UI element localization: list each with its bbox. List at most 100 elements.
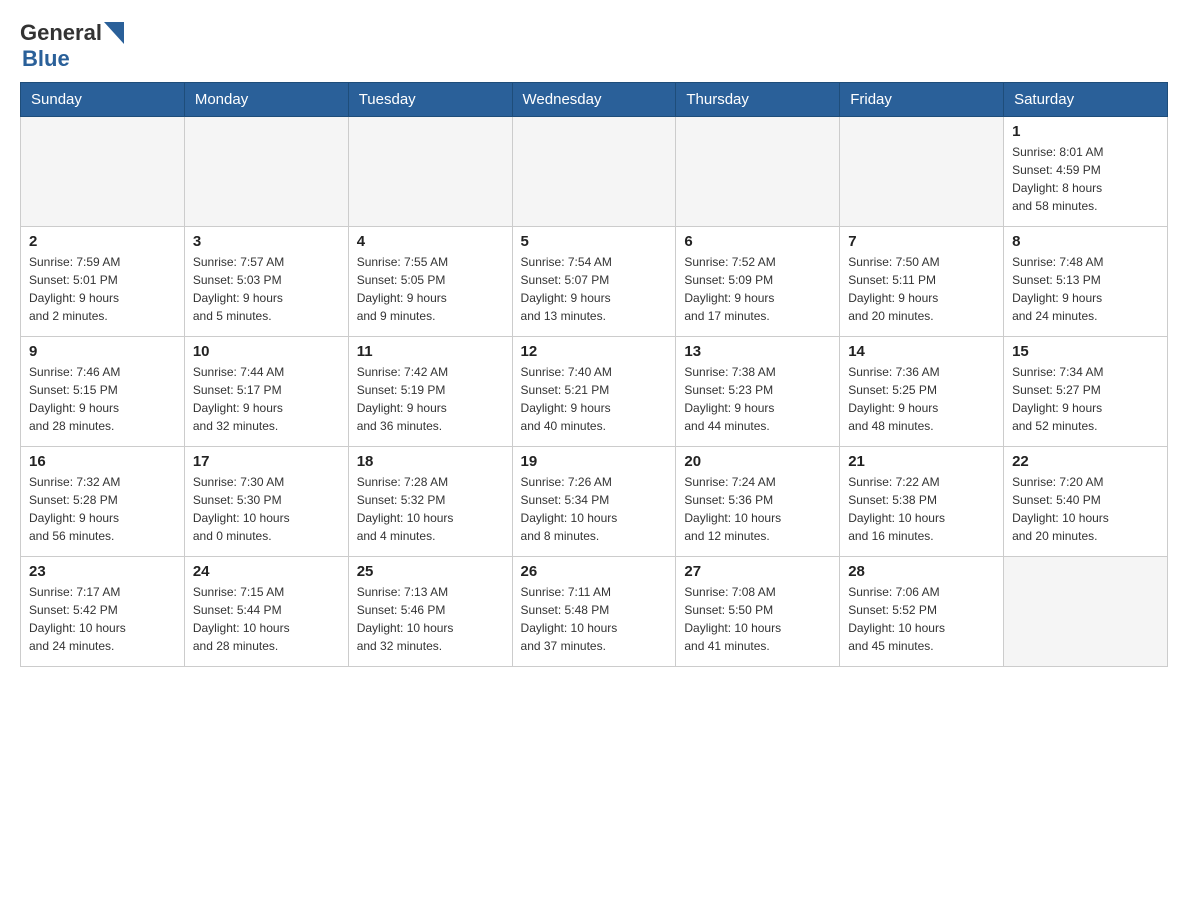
day-number: 7 — [848, 233, 995, 250]
calendar-cell: 3 Sunrise: 7:57 AM Sunset: 5:03 PM Daylig… — [184, 227, 348, 337]
calendar-cell: 22 Sunrise: 7:20 AM Sunset: 5:40 PM Dayli… — [1004, 447, 1168, 557]
day-info: Sunrise: 7:06 AM Sunset: 5:52 PM Dayligh… — [848, 583, 995, 655]
day-info: Sunrise: 7:55 AM Sunset: 5:05 PM Dayligh… — [357, 253, 504, 325]
day-number: 6 — [684, 233, 831, 250]
calendar-week-row: 1 Sunrise: 8:01 AM Sunset: 4:59 PM Daylig… — [21, 117, 1168, 227]
calendar-cell: 25 Sunrise: 7:13 AM Sunset: 5:46 PM Dayli… — [348, 557, 512, 667]
day-info: Sunrise: 7:08 AM Sunset: 5:50 PM Dayligh… — [684, 583, 831, 655]
calendar-cell: 13 Sunrise: 7:38 AM Sunset: 5:23 PM Dayli… — [676, 337, 840, 447]
calendar-week-row: 23 Sunrise: 7:17 AM Sunset: 5:42 PM Dayli… — [21, 557, 1168, 667]
weekday-header-sunday: Sunday — [21, 83, 185, 117]
calendar-cell: 12 Sunrise: 7:40 AM Sunset: 5:21 PM Dayli… — [512, 337, 676, 447]
calendar-cell: 4 Sunrise: 7:55 AM Sunset: 5:05 PM Daylig… — [348, 227, 512, 337]
logo-blue: Blue — [22, 46, 70, 71]
day-info: Sunrise: 7:32 AM Sunset: 5:28 PM Dayligh… — [29, 473, 176, 545]
day-number: 16 — [29, 453, 176, 470]
calendar-cell — [676, 117, 840, 227]
calendar-cell: 11Sunrise: 7:42 AM Sunset: 5:19 PM Dayli… — [348, 337, 512, 447]
calendar-cell — [348, 117, 512, 227]
day-info: Sunrise: 7:50 AM Sunset: 5:11 PM Dayligh… — [848, 253, 995, 325]
day-number: 26 — [521, 563, 668, 580]
day-number: 22 — [1012, 453, 1159, 470]
calendar-cell: 14 Sunrise: 7:36 AM Sunset: 5:25 PM Dayli… — [840, 337, 1004, 447]
day-number: 20 — [684, 453, 831, 470]
day-info: Sunrise: 7:20 AM Sunset: 5:40 PM Dayligh… — [1012, 473, 1159, 545]
calendar-cell: 19 Sunrise: 7:26 AM Sunset: 5:34 PM Dayli… — [512, 447, 676, 557]
day-number: 25 — [357, 563, 504, 580]
weekday-header-tuesday: Tuesday — [348, 83, 512, 117]
day-number: 12 — [521, 343, 668, 360]
day-info: Sunrise: 7:46 AM Sunset: 5:15 PM Dayligh… — [29, 363, 176, 435]
day-info: Sunrise: 7:15 AM Sunset: 5:44 PM Dayligh… — [193, 583, 340, 655]
day-info: Sunrise: 7:59 AM Sunset: 5:01 PM Dayligh… — [29, 253, 176, 325]
day-info: Sunrise: 7:28 AM Sunset: 5:32 PM Dayligh… — [357, 473, 504, 545]
day-info: Sunrise: 7:48 AM Sunset: 5:13 PM Dayligh… — [1012, 253, 1159, 325]
calendar-cell: 7 Sunrise: 7:50 AM Sunset: 5:11 PM Daylig… — [840, 227, 1004, 337]
day-info: Sunrise: 7:26 AM Sunset: 5:34 PM Dayligh… — [521, 473, 668, 545]
day-number: 2 — [29, 233, 176, 250]
day-info: Sunrise: 7:30 AM Sunset: 5:30 PM Dayligh… — [193, 473, 340, 545]
day-number: 13 — [684, 343, 831, 360]
day-number: 1 — [1012, 123, 1159, 140]
day-info: Sunrise: 7:38 AM Sunset: 5:23 PM Dayligh… — [684, 363, 831, 435]
calendar-cell: 24 Sunrise: 7:15 AM Sunset: 5:44 PM Dayli… — [184, 557, 348, 667]
day-info: Sunrise: 7:13 AM Sunset: 5:46 PM Dayligh… — [357, 583, 504, 655]
day-number: 19 — [521, 453, 668, 470]
logo-general: General — [20, 20, 102, 46]
calendar-header-row: SundayMondayTuesdayWednesdayThursdayFrid… — [21, 83, 1168, 117]
calendar-week-row: 16 Sunrise: 7:32 AM Sunset: 5:28 PM Dayli… — [21, 447, 1168, 557]
page-header: General Blue — [20, 20, 1168, 72]
day-number: 15 — [1012, 343, 1159, 360]
day-number: 28 — [848, 563, 995, 580]
day-number: 9 — [29, 343, 176, 360]
weekday-header-thursday: Thursday — [676, 83, 840, 117]
weekday-header-wednesday: Wednesday — [512, 83, 676, 117]
calendar-cell: 8Sunrise: 7:48 AM Sunset: 5:13 PM Daylig… — [1004, 227, 1168, 337]
calendar-cell — [512, 117, 676, 227]
calendar-cell: 6Sunrise: 7:52 AM Sunset: 5:09 PM Daylig… — [676, 227, 840, 337]
calendar-cell: 2 Sunrise: 7:59 AM Sunset: 5:01 PM Daylig… — [21, 227, 185, 337]
calendar-cell: 17 Sunrise: 7:30 AM Sunset: 5:30 PM Dayli… — [184, 447, 348, 557]
day-info: Sunrise: 7:40 AM Sunset: 5:21 PM Dayligh… — [521, 363, 668, 435]
weekday-header-friday: Friday — [840, 83, 1004, 117]
day-number: 21 — [848, 453, 995, 470]
day-number: 18 — [357, 453, 504, 470]
calendar-cell — [840, 117, 1004, 227]
calendar-cell: 21Sunrise: 7:22 AM Sunset: 5:38 PM Dayli… — [840, 447, 1004, 557]
day-info: Sunrise: 7:36 AM Sunset: 5:25 PM Dayligh… — [848, 363, 995, 435]
calendar-cell: 5 Sunrise: 7:54 AM Sunset: 5:07 PM Daylig… — [512, 227, 676, 337]
day-number: 24 — [193, 563, 340, 580]
calendar-cell: 27 Sunrise: 7:08 AM Sunset: 5:50 PM Dayli… — [676, 557, 840, 667]
day-info: Sunrise: 7:54 AM Sunset: 5:07 PM Dayligh… — [521, 253, 668, 325]
calendar-week-row: 9 Sunrise: 7:46 AM Sunset: 5:15 PM Daylig… — [21, 337, 1168, 447]
calendar-cell: 20 Sunrise: 7:24 AM Sunset: 5:36 PM Dayli… — [676, 447, 840, 557]
weekday-header-monday: Monday — [184, 83, 348, 117]
calendar-cell: 1 Sunrise: 8:01 AM Sunset: 4:59 PM Daylig… — [1004, 117, 1168, 227]
calendar-cell: 28 Sunrise: 7:06 AM Sunset: 5:52 PM Dayli… — [840, 557, 1004, 667]
day-info: Sunrise: 7:17 AM Sunset: 5:42 PM Dayligh… — [29, 583, 176, 655]
day-number: 11 — [357, 343, 504, 360]
day-info: Sunrise: 7:34 AM Sunset: 5:27 PM Dayligh… — [1012, 363, 1159, 435]
calendar-cell: 18 Sunrise: 7:28 AM Sunset: 5:32 PM Dayli… — [348, 447, 512, 557]
day-number: 14 — [848, 343, 995, 360]
calendar-cell — [184, 117, 348, 227]
day-info: Sunrise: 7:57 AM Sunset: 5:03 PM Dayligh… — [193, 253, 340, 325]
day-number: 4 — [357, 233, 504, 250]
calendar-cell: 26 Sunrise: 7:11 AM Sunset: 5:48 PM Dayli… — [512, 557, 676, 667]
calendar-cell — [21, 117, 185, 227]
day-info: Sunrise: 8:01 AM Sunset: 4:59 PM Dayligh… — [1012, 143, 1159, 215]
calendar-cell: 9 Sunrise: 7:46 AM Sunset: 5:15 PM Daylig… — [21, 337, 185, 447]
day-info: Sunrise: 7:11 AM Sunset: 5:48 PM Dayligh… — [521, 583, 668, 655]
weekday-header-saturday: Saturday — [1004, 83, 1168, 117]
calendar-cell: 15 Sunrise: 7:34 AM Sunset: 5:27 PM Dayli… — [1004, 337, 1168, 447]
day-number: 17 — [193, 453, 340, 470]
day-info: Sunrise: 7:24 AM Sunset: 5:36 PM Dayligh… — [684, 473, 831, 545]
logo-triangle-icon — [104, 22, 124, 44]
day-number: 5 — [521, 233, 668, 250]
calendar-cell: 16 Sunrise: 7:32 AM Sunset: 5:28 PM Dayli… — [21, 447, 185, 557]
calendar-cell: 10Sunrise: 7:44 AM Sunset: 5:17 PM Dayli… — [184, 337, 348, 447]
day-number: 23 — [29, 563, 176, 580]
day-number: 3 — [193, 233, 340, 250]
calendar-cell — [1004, 557, 1168, 667]
day-number: 27 — [684, 563, 831, 580]
